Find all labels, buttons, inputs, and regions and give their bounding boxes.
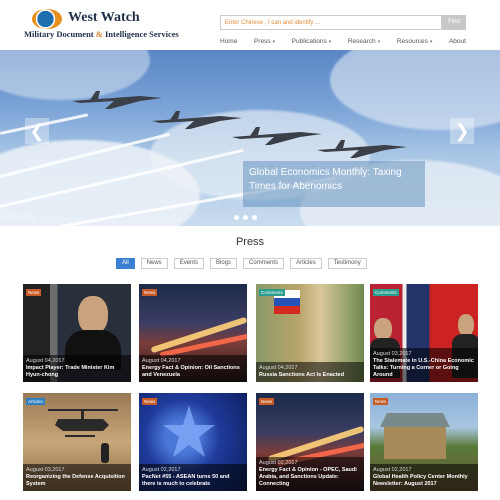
card-overlay: August 02,2017 Energy Fact & Opinion - O… xyxy=(256,457,364,491)
flag-stripe xyxy=(274,298,300,306)
fighter-jet-icon xyxy=(232,127,322,145)
slider-prev-button[interactable]: ❮ xyxy=(25,118,49,144)
chevron-down-icon: ▾ xyxy=(328,38,332,45)
site-header: West Watch Military Document & Intellige… xyxy=(0,0,500,50)
tagline-amp: & xyxy=(95,29,103,39)
person-face xyxy=(374,318,392,340)
cloud xyxy=(330,50,500,130)
hero-slider[interactable]: ❮ ❯ Global Economics Monthly: Taxing Tim… xyxy=(0,50,500,226)
slider-dots xyxy=(234,215,257,220)
fighter-jet-icon xyxy=(317,140,407,158)
filter-news[interactable]: News xyxy=(140,258,168,269)
card-date: August 02,2017 xyxy=(259,460,298,466)
tagline-pre: Military Document xyxy=(24,29,96,39)
card-badge: Comments xyxy=(259,289,285,296)
person-face xyxy=(458,314,474,336)
card-title: Russia Sanctions Act Is Enacted xyxy=(259,372,345,378)
card-badge: Articles xyxy=(26,398,45,405)
press-heading: Press xyxy=(235,236,265,248)
nav-press[interactable]: Press ▾ xyxy=(254,38,275,45)
card-badge: News xyxy=(26,289,42,296)
slide-caption[interactable]: Global Economics Monthly: Taxing Times f… xyxy=(243,161,425,207)
filter-articles[interactable]: Articles xyxy=(290,258,322,269)
card-badge: News xyxy=(373,398,389,405)
card-date: August 04,2017 xyxy=(142,358,181,364)
card-overlay: August 03,2017 The Stalemate in U.S.-Chi… xyxy=(370,348,478,382)
press-card[interactable]: News August 02,2017 Energy Fact & Opinio… xyxy=(256,393,364,491)
nav-label: Publications xyxy=(291,37,327,45)
card-date: August 04,2017 xyxy=(259,365,298,371)
nav-label: Resources xyxy=(396,37,428,45)
flag-stripe xyxy=(274,306,300,314)
search-input[interactable]: Enter Chinese , I can and identify ... xyxy=(220,15,442,30)
card-overlay: August 02,2017 PacNet #55 - ASEAN turns … xyxy=(139,464,247,491)
card-date: August 03,2017 xyxy=(373,351,412,357)
helicopter-icon xyxy=(48,409,118,437)
slider-next-button[interactable]: ❯ xyxy=(450,118,474,144)
portrait-face xyxy=(78,296,108,334)
press-card[interactable]: News August 02,2017 PacNet #55 - ASEAN t… xyxy=(139,393,247,491)
globe-icon xyxy=(32,9,62,29)
page: West Watch Military Document & Intellige… xyxy=(0,0,500,500)
nav-publications[interactable]: Publications ▾ xyxy=(292,38,332,45)
nav-label: Press xyxy=(253,37,271,45)
filter-events[interactable]: Events xyxy=(173,258,205,269)
card-overlay: August 04,2017 Impact Player: Trade Mini… xyxy=(23,355,131,382)
card-overlay: August 04,2017 Energy Fact & Opinion: Oi… xyxy=(139,355,247,382)
press-card[interactable]: Comments August 03,2017 The Stalemate in… xyxy=(370,284,478,382)
soldier-figure xyxy=(101,443,109,463)
card-title: Energy Fact & Opinion - OPEC, Saudi Arab… xyxy=(259,467,357,487)
house-wall xyxy=(384,427,446,459)
card-badge: Comments xyxy=(373,289,399,296)
nav-label: About xyxy=(448,37,466,45)
brand-tagline: Military Document & Intelligence Service… xyxy=(24,29,179,39)
press-card[interactable]: News August 04,2017 Impact Player: Trade… xyxy=(23,284,131,382)
nav-resources[interactable]: Resources ▾ xyxy=(397,38,433,45)
press-filter-tabs: All News Events Blogs Comments Articles … xyxy=(116,258,367,269)
card-badge: News xyxy=(142,398,158,405)
nav-home[interactable]: Home xyxy=(220,38,237,45)
chevron-down-icon: ▾ xyxy=(272,38,276,45)
filter-blogs[interactable]: Blogs xyxy=(210,258,238,269)
find-button[interactable]: Find xyxy=(442,15,466,30)
nav-label: Home xyxy=(220,37,238,45)
card-date: August 04,2017 xyxy=(26,358,65,364)
star-emblem-icon xyxy=(163,405,215,457)
site-logo[interactable]: West Watch Military Document & Intellige… xyxy=(24,8,224,44)
chevron-down-icon: ▾ xyxy=(377,38,381,45)
card-title: The Stalemate in U.S.-China Economic Tal… xyxy=(373,358,474,378)
nav-research[interactable]: Research ▾ xyxy=(348,38,380,45)
press-card[interactable]: Comments August 04,2017 Russia Sanctions… xyxy=(256,284,364,382)
filter-all[interactable]: All xyxy=(116,258,135,269)
card-badge: News xyxy=(259,398,275,405)
slider-dot[interactable] xyxy=(252,215,257,220)
card-title: Global Health Policy Center Monthly News… xyxy=(373,474,468,487)
card-overlay: August 03,2017 Reorganizing the Defense … xyxy=(23,464,131,491)
card-title: Impact Player: Trade Minister Kim Hyun-c… xyxy=(26,365,115,378)
card-date: August 02,2017 xyxy=(373,467,412,473)
card-date: August 03,2017 xyxy=(26,467,65,473)
nav-label: Research xyxy=(347,37,376,45)
card-title: Energy Fact & Opinion: Oil Sanctions and… xyxy=(142,365,240,378)
press-card[interactable]: News August 04,2017 Energy Fact & Opinio… xyxy=(139,284,247,382)
main-nav: Home Press ▾ Publications ▾ Research ▾ Reso… xyxy=(220,35,466,47)
card-title: Reorganizing the Defense Acquisition Sys… xyxy=(26,474,125,487)
card-date: August 02,2017 xyxy=(142,467,181,473)
image-watermark: SULIVAN xyxy=(3,215,36,221)
card-overlay: August 02,2017 Global Health Policy Cent… xyxy=(370,464,478,491)
brand-name: West Watch xyxy=(68,10,140,25)
filter-testimony[interactable]: Testimony xyxy=(327,258,367,269)
chevron-down-icon: ▾ xyxy=(429,38,433,45)
house-roof xyxy=(380,413,450,427)
slider-dot[interactable] xyxy=(234,215,239,220)
press-card[interactable]: Articles August 03,2017 Reorganizing the… xyxy=(23,393,131,491)
press-card[interactable]: News August 02,2017 Global Health Policy… xyxy=(370,393,478,491)
card-badge: News xyxy=(142,289,158,296)
card-title: PacNet #55 - ASEAN turns 50 and there is… xyxy=(142,474,230,487)
slider-dot[interactable] xyxy=(243,215,248,220)
tagline-post: Intelligence Services xyxy=(102,29,179,39)
nav-about[interactable]: About xyxy=(449,38,466,45)
filter-comments[interactable]: Comments xyxy=(243,258,285,269)
card-overlay: August 04,2017 Russia Sanctions Act Is E… xyxy=(256,362,364,382)
